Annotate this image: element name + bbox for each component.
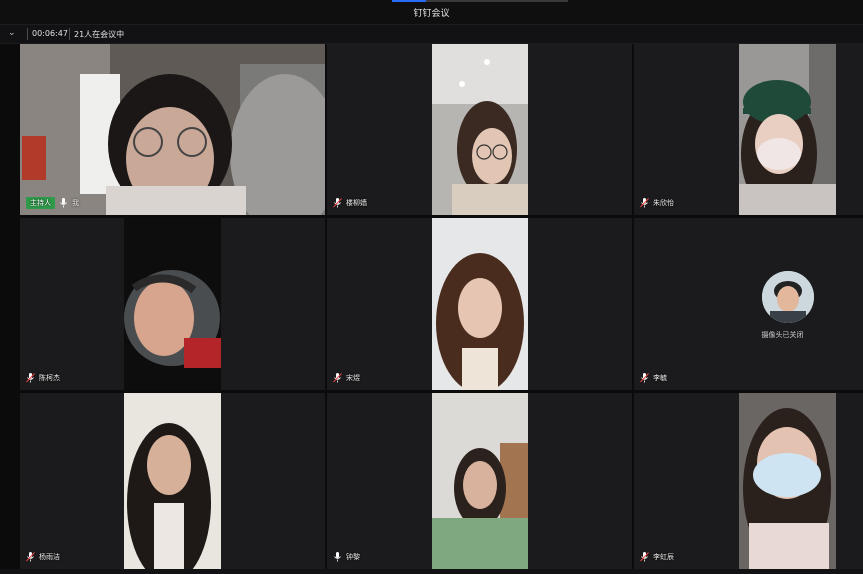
microphone-icon bbox=[26, 373, 35, 383]
participant-name: 杨雨洁 bbox=[39, 553, 60, 561]
participant-video bbox=[739, 44, 836, 215]
microphone-icon bbox=[334, 552, 341, 562]
microphone-icon bbox=[640, 552, 649, 562]
participant-name: 李毓 bbox=[653, 374, 667, 382]
participant-label: 李毓 bbox=[640, 372, 667, 384]
video-grid: 主持人 我 楼柳嫱 朱欣怡 陈柯杰 宋煜 摄像头已关闭 李毓 杨雨洁 钟黎 李虹… bbox=[20, 44, 863, 569]
video-frame bbox=[20, 44, 325, 215]
host-badge: 主持人 bbox=[26, 197, 55, 209]
participant-label: 楼柳嫱 bbox=[333, 197, 367, 209]
participant-video bbox=[739, 393, 836, 569]
tab-indicator bbox=[426, 0, 568, 2]
microphone-icon bbox=[60, 198, 67, 208]
video-tile[interactable]: 楼柳嫱 bbox=[327, 44, 632, 215]
participant-video bbox=[432, 44, 528, 215]
video-frame bbox=[124, 393, 221, 569]
video-tile[interactable]: 摄像头已关闭 李毓 bbox=[634, 218, 863, 390]
participant-video bbox=[432, 218, 528, 390]
microphone-icon bbox=[640, 373, 649, 383]
participant-video bbox=[124, 218, 221, 390]
video-frame bbox=[739, 44, 836, 215]
microphone-icon bbox=[640, 198, 649, 208]
video-frame bbox=[124, 218, 221, 390]
participant-name: 陈柯杰 bbox=[39, 374, 60, 382]
video-frame bbox=[432, 44, 528, 215]
participant-video bbox=[20, 44, 325, 215]
title-bar: 钉钉会议 bbox=[0, 0, 863, 25]
participant-name: 钟黎 bbox=[346, 553, 360, 561]
participant-label: 李虹辰 bbox=[640, 551, 674, 563]
participant-video bbox=[124, 393, 221, 569]
participant-label: 杨雨洁 bbox=[26, 551, 60, 563]
video-tile[interactable]: 主持人 我 bbox=[20, 44, 325, 215]
participant-count[interactable]: 21人在会议中 bbox=[74, 29, 124, 40]
participant-label: 钟黎 bbox=[333, 551, 360, 563]
active-tab-indicator bbox=[392, 0, 426, 2]
microphone-icon bbox=[333, 373, 342, 383]
avatar-image bbox=[762, 271, 814, 323]
video-frame bbox=[739, 393, 836, 569]
participant-video bbox=[432, 393, 528, 569]
video-tile[interactable]: 李虹辰 bbox=[634, 393, 863, 569]
video-tile[interactable]: 杨雨洁 bbox=[20, 393, 325, 569]
video-tile[interactable]: 宋煜 bbox=[327, 218, 632, 390]
chevron-down-icon[interactable]: ⌄ bbox=[8, 28, 18, 38]
participant-name: 楼柳嫱 bbox=[346, 199, 367, 207]
participant-label: 陈柯杰 bbox=[26, 372, 60, 384]
participant-name: 朱欣怡 bbox=[653, 199, 674, 207]
video-frame bbox=[432, 218, 528, 390]
divider bbox=[27, 28, 28, 40]
participant-label: 朱欣怡 bbox=[640, 197, 674, 209]
control-bar bbox=[0, 569, 863, 574]
window-title: 钉钉会议 bbox=[413, 9, 450, 19]
left-gutter bbox=[0, 44, 20, 569]
meeting-toolbar: ⌄ 00:06:47 21人在会议中 bbox=[0, 25, 863, 44]
participant-name: 我 bbox=[72, 199, 79, 207]
divider bbox=[69, 28, 70, 40]
meeting-timer: 00:06:47 bbox=[32, 29, 68, 38]
participant-name: 李虹辰 bbox=[653, 553, 674, 561]
participant-label: 宋煜 bbox=[333, 372, 360, 384]
participant-label: 主持人 我 bbox=[26, 197, 79, 209]
participant-name: 宋煜 bbox=[346, 374, 360, 382]
video-tile[interactable]: 陈柯杰 bbox=[20, 218, 325, 390]
avatar bbox=[762, 271, 814, 323]
video-tile[interactable]: 钟黎 bbox=[327, 393, 632, 569]
microphone-icon bbox=[333, 198, 342, 208]
video-frame bbox=[432, 393, 528, 569]
video-tile[interactable]: 朱欣怡 bbox=[634, 44, 863, 215]
camera-off-status: 摄像头已关闭 bbox=[761, 331, 804, 339]
microphone-icon bbox=[26, 552, 35, 562]
